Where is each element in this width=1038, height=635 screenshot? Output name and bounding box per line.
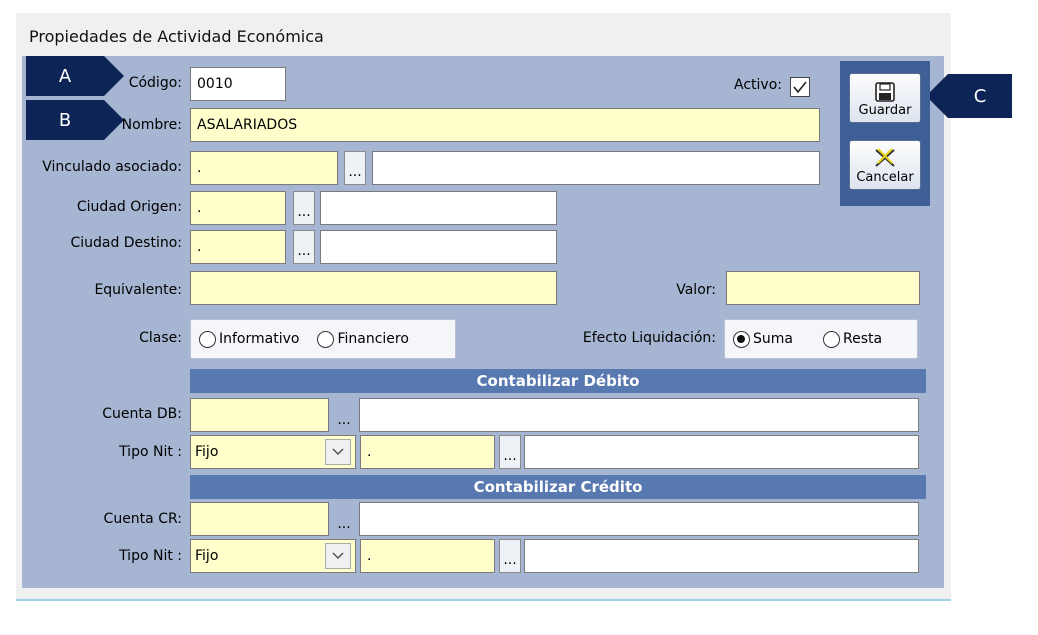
ciudad-destino-code-input[interactable]: . xyxy=(190,230,286,264)
ciudad-origen-browse-button[interactable]: ... xyxy=(293,191,315,225)
ciudad-destino-browse-button[interactable]: ... xyxy=(293,230,315,264)
chevron-down-icon[interactable] xyxy=(325,439,351,465)
ciudad-destino-label: Ciudad Destino: xyxy=(70,235,182,251)
efecto-option-label: Suma xyxy=(753,331,793,347)
clase-option-financiero[interactable]: Financiero xyxy=(317,330,409,348)
efecto-option-suma[interactable]: Suma xyxy=(733,330,793,348)
tipo-nit-cr-desc-input[interactable] xyxy=(524,539,919,573)
tipo-nit-db-desc-input[interactable] xyxy=(524,435,919,469)
callout-b-label: B xyxy=(58,109,72,131)
debito-section-header: Contabilizar Débito xyxy=(190,369,926,393)
radio-button[interactable] xyxy=(199,330,216,348)
radio-button-selected[interactable] xyxy=(733,330,750,348)
cuenta-db-code-input[interactable] xyxy=(190,398,329,432)
cuenta-cr-desc-input[interactable] xyxy=(359,502,919,536)
radio-button[interactable] xyxy=(822,330,840,348)
activo-checkbox[interactable] xyxy=(790,77,810,97)
tipo-nit-db-select[interactable]: Fijo xyxy=(190,435,356,469)
valor-label: Valor: xyxy=(676,282,716,298)
chevron-down-icon[interactable] xyxy=(325,543,351,569)
cancel-x-icon xyxy=(875,148,895,167)
floppy-disk-icon xyxy=(875,82,895,102)
callout-a-label: A xyxy=(58,65,72,87)
vinculado-label: Vinculado asociado: xyxy=(42,159,182,175)
tipo-nit-db-browse-button[interactable]: ... xyxy=(499,435,521,469)
checkmark-icon xyxy=(793,81,807,94)
ciudad-origen-desc-input[interactable] xyxy=(320,191,557,225)
ciudad-origen-code-input[interactable]: . xyxy=(190,191,286,225)
clase-option-label: Financiero xyxy=(337,331,409,347)
tipo-nit-cr-browse-button[interactable]: ... xyxy=(499,539,521,573)
efecto-option-resta[interactable]: Resta xyxy=(822,330,883,348)
ciudad-origen-label: Ciudad Origen: xyxy=(76,199,182,215)
equivalente-input[interactable] xyxy=(190,271,557,305)
radio-button[interactable] xyxy=(317,330,335,348)
callout-c-label: C xyxy=(973,85,987,107)
efecto-radio-group: Suma Resta xyxy=(724,319,918,359)
cancelar-button[interactable]: Cancelar xyxy=(849,140,921,190)
codigo-input[interactable]: 0010 xyxy=(190,67,286,101)
clase-radio-group: Informativo Financiero xyxy=(190,319,456,359)
ciudad-destino-desc-input[interactable] xyxy=(320,230,557,264)
cancelar-label: Cancelar xyxy=(856,170,914,185)
vinculado-code-input[interactable]: . xyxy=(190,151,338,185)
tipo-nit-cr-label: Tipo Nit : xyxy=(119,548,182,564)
cuenta-db-label: Cuenta DB: xyxy=(102,406,182,422)
vinculado-desc-input[interactable] xyxy=(372,151,820,185)
guardar-label: Guardar xyxy=(858,103,912,118)
cuenta-db-desc-input[interactable] xyxy=(359,398,919,432)
tipo-nit-cr-value: Fijo xyxy=(195,548,219,564)
cuenta-db-browse-button[interactable]: ... xyxy=(333,398,355,432)
cuenta-cr-label: Cuenta CR: xyxy=(103,511,182,527)
credito-section-header: Contabilizar Crédito xyxy=(190,475,926,499)
tipo-nit-db-label: Tipo Nit : xyxy=(119,444,182,460)
tipo-nit-cr-code-input[interactable]: . xyxy=(360,539,495,573)
guardar-button[interactable]: Guardar xyxy=(849,73,921,123)
clase-option-label: Informativo xyxy=(219,331,300,347)
clase-option-informativo[interactable]: Informativo xyxy=(199,330,300,348)
tipo-nit-db-value: Fijo xyxy=(195,444,219,460)
codigo-label: Código: xyxy=(128,75,182,91)
tipo-nit-cr-select[interactable]: Fijo xyxy=(190,539,356,573)
vinculado-browse-button[interactable]: ... xyxy=(344,151,366,185)
clase-label: Clase: xyxy=(139,330,182,346)
tipo-nit-db-code-input[interactable]: . xyxy=(360,435,495,469)
valor-input[interactable] xyxy=(726,271,920,305)
activo-label: Activo: xyxy=(734,77,782,93)
nombre-input[interactable]: ASALARIADOS xyxy=(190,108,820,142)
efecto-option-label: Resta xyxy=(842,331,883,347)
equivalente-label: Equivalente: xyxy=(94,282,182,298)
cuenta-cr-code-input[interactable] xyxy=(190,502,329,536)
efecto-label: Efecto Liquidación: xyxy=(582,330,716,346)
nombre-label: Nombre: xyxy=(121,117,182,133)
window-title: Propiedades de Actividad Económica xyxy=(29,27,324,46)
cuenta-cr-browse-button[interactable]: ... xyxy=(333,502,355,536)
